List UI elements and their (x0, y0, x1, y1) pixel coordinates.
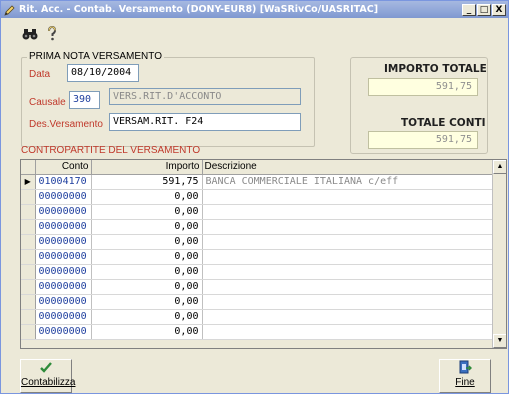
conto-cell[interactable]: 00000000 (35, 204, 92, 220)
pencil-icon (4, 4, 16, 16)
importo-cell[interactable]: 0,00 (91, 294, 203, 310)
importo-cell[interactable]: 0,00 (91, 309, 203, 325)
contropartite-grid[interactable]: Conto Importo Descrizione ▶ 01004170 591,7… (20, 159, 507, 349)
totale-conti-value: 591,75 (368, 131, 478, 149)
descrizione-cell (202, 234, 494, 250)
conto-cell[interactable]: 00000000 (35, 309, 92, 325)
contabilizza-label: Contabilizza (21, 377, 76, 388)
importo-cell[interactable]: 0,00 (91, 264, 203, 280)
table-row[interactable]: 00000000 0,00 (21, 309, 494, 325)
window-title: Rit. Acc. - Contab. Versamento (DONY-EUR… (19, 4, 379, 15)
importo-cell[interactable]: 0,00 (91, 279, 203, 295)
desversamento-label: Des.Versamento (29, 119, 103, 130)
importo-totale-label: IMPORTO TOTALE (384, 63, 487, 75)
contropartite-label: CONTROPARTITE DEL VERSAMENTO (21, 145, 201, 156)
row-selector[interactable] (21, 219, 36, 235)
fine-button[interactable]: Fine (439, 359, 491, 393)
current-row-arrow-icon: ▶ (24, 177, 31, 186)
table-row[interactable]: 00000000 0,00 (21, 279, 494, 295)
column-header-descrizione[interactable]: Descrizione (202, 160, 494, 175)
data-field[interactable]: 08/10/2004 (67, 64, 139, 82)
row-selector[interactable] (21, 204, 36, 220)
close-button[interactable]: X (492, 3, 506, 16)
data-label: Data (29, 69, 51, 80)
conto-cell[interactable]: 00000000 (35, 219, 92, 235)
row-selector[interactable] (21, 324, 36, 340)
importo-cell[interactable]: 0,00 (91, 204, 203, 220)
importo-cell[interactable]: 0,00 (91, 189, 203, 205)
descrizione-cell (202, 264, 494, 280)
row-selector-header (21, 160, 36, 175)
importo-cell[interactable]: 0,00 (91, 234, 203, 250)
table-row[interactable]: ▶ 01004170 591,75 BANCA COMMERCIALE ITALIAN… (21, 174, 494, 190)
title-bar[interactable]: Rit. Acc. - Contab. Versamento (DONY-EUR… (1, 1, 508, 18)
column-header-importo[interactable]: Importo (91, 160, 203, 175)
contabilizza-button[interactable]: Contabilizza (20, 359, 76, 393)
importo-cell[interactable]: 0,00 (91, 324, 203, 340)
conto-cell[interactable]: 01004170 (35, 174, 92, 190)
causale-code-field[interactable]: 390 (69, 91, 100, 109)
descrizione-cell: BANCA COMMERCIALE ITALIANA c/eff (202, 174, 494, 190)
conto-cell[interactable]: 00000000 (35, 264, 92, 280)
totale-conti-label: TOTALE CONTI (401, 117, 486, 129)
row-selector[interactable] (21, 279, 36, 295)
vertical-scrollbar[interactable]: ▲ ▼ (492, 160, 506, 348)
table-row[interactable]: 00000000 0,00 (21, 219, 494, 235)
descrizione-cell (202, 294, 494, 310)
scroll-down-button[interactable]: ▼ (493, 334, 506, 348)
table-row[interactable]: 00000000 0,00 (21, 264, 494, 280)
importo-cell[interactable]: 0,00 (91, 249, 203, 265)
descrizione-cell (202, 324, 494, 340)
row-selector[interactable] (21, 264, 36, 280)
row-selector[interactable] (21, 249, 36, 265)
row-selector[interactable] (21, 234, 36, 250)
descrizione-cell (202, 309, 494, 325)
conto-cell[interactable]: 00000000 (35, 234, 92, 250)
descrizione-cell (202, 249, 494, 265)
fine-label: Fine (455, 377, 475, 388)
descrizione-cell (202, 204, 494, 220)
table-row[interactable]: 00000000 0,00 (21, 204, 494, 220)
descrizione-cell (202, 279, 494, 295)
toolbar (20, 24, 62, 44)
row-selector[interactable] (21, 294, 36, 310)
table-row[interactable]: 00000000 0,00 (21, 324, 494, 340)
desversamento-field[interactable]: VERSAM.RIT. F24 (109, 113, 301, 131)
help-icon[interactable] (42, 24, 62, 44)
descrizione-cell (202, 219, 494, 235)
checkmark-icon (21, 360, 71, 377)
app-window: Rit. Acc. - Contab. Versamento (DONY-EUR… (0, 0, 509, 394)
importo-totale-value: 591,75 (368, 78, 478, 96)
conto-cell[interactable]: 00000000 (35, 294, 92, 310)
row-selector[interactable]: ▶ (21, 174, 36, 190)
exit-icon (440, 360, 490, 377)
conto-cell[interactable]: 00000000 (35, 249, 92, 265)
conto-cell[interactable]: 00000000 (35, 279, 92, 295)
binoculars-icon[interactable] (20, 24, 40, 44)
descrizione-cell (202, 189, 494, 205)
importo-cell[interactable]: 0,00 (91, 219, 203, 235)
column-header-conto[interactable]: Conto (35, 160, 92, 175)
importo-cell[interactable]: 591,75 (91, 174, 203, 190)
row-selector[interactable] (21, 309, 36, 325)
maximize-button[interactable]: □ (477, 3, 491, 16)
table-row[interactable]: 00000000 0,00 (21, 189, 494, 205)
conto-cell[interactable]: 00000000 (35, 324, 92, 340)
scroll-up-button[interactable]: ▲ (493, 160, 506, 174)
causale-label: Causale (29, 97, 66, 108)
prima-nota-label: PRIMA NOTA VERSAMENTO (27, 51, 164, 62)
minimize-button[interactable]: _ (462, 3, 476, 16)
table-row[interactable]: 00000000 0,00 (21, 234, 494, 250)
causale-desc-field: VERS.RIT.D'ACCONTO (109, 88, 301, 105)
table-row[interactable]: 00000000 0,00 (21, 294, 494, 310)
row-selector[interactable] (21, 189, 36, 205)
table-row[interactable]: 00000000 0,00 (21, 249, 494, 265)
conto-cell[interactable]: 00000000 (35, 189, 92, 205)
